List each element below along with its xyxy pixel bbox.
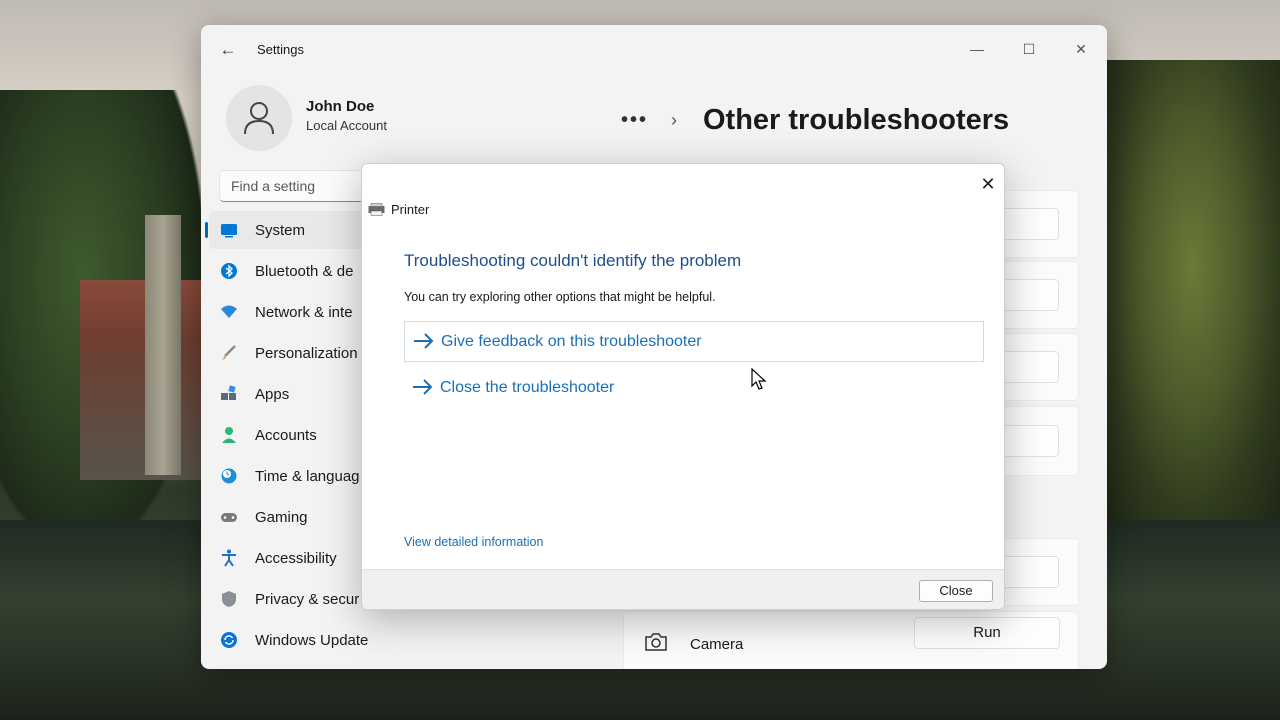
breadcrumb-more-button[interactable]: ••• <box>621 109 648 132</box>
gamepad-icon <box>221 513 237 522</box>
camera-troubleshooter-row: Camera Run <box>623 611 1079 669</box>
app-title: Settings <box>257 42 304 57</box>
wallpaper-house <box>80 280 205 480</box>
wifi-icon <box>221 305 237 318</box>
view-detailed-information-link[interactable]: View detailed information <box>404 535 543 549</box>
sidebar-item-personalization[interactable]: Personalization <box>209 334 369 372</box>
troubleshooter-dialog: ✕ Printer Troubleshooting couldn't ident… <box>361 163 1005 610</box>
dialog-heading: Troubleshooting couldn't identify the pr… <box>404 251 742 270</box>
dialog-app-title: Printer <box>391 202 430 217</box>
sidebar-item-network[interactable]: Network & inte <box>209 293 369 331</box>
give-feedback-link[interactable]: Give feedback on this troubleshooter <box>404 321 984 362</box>
wallpaper-willow-tree <box>1105 60 1280 520</box>
sidebar-item-privacy-security[interactable]: Privacy & secur <box>209 580 369 618</box>
apps-icon <box>221 385 236 400</box>
shield-icon <box>222 591 236 607</box>
close-troubleshooter-label: Close the troubleshooter <box>440 379 615 396</box>
sidebar-item-label: Accessibility <box>255 550 337 567</box>
brush-icon <box>222 345 236 360</box>
person-icon <box>244 102 274 135</box>
sidebar-item-label: Gaming <box>255 509 308 526</box>
arrow-right-icon <box>414 333 434 349</box>
sidebar-item-accessibility[interactable]: Accessibility <box>209 539 369 577</box>
sidebar-item-bluetooth[interactable]: Bluetooth & de <box>209 252 369 290</box>
sidebar-item-apps[interactable]: Apps <box>209 375 369 413</box>
dialog-description: You can try exploring other options that… <box>404 290 716 304</box>
monitor-icon <box>221 224 237 238</box>
sidebar-item-label: System <box>255 222 306 239</box>
sidebar-item-label: Network & inte <box>255 304 353 321</box>
close-troubleshooter-link[interactable]: Close the troubleshooter <box>404 368 984 409</box>
mouse-cursor-icon <box>751 368 767 390</box>
printer-icon <box>368 203 385 216</box>
accessibility-icon <box>222 549 236 567</box>
run-button[interactable]: Run <box>914 617 1060 649</box>
update-icon <box>221 632 237 648</box>
bluetooth-icon <box>221 263 237 279</box>
person-icon <box>222 427 236 443</box>
search-input[interactable]: Find a setting <box>219 170 369 202</box>
close-window-button[interactable]: ✕ <box>1058 33 1104 65</box>
sidebar-item-label: Bluetooth & de <box>255 263 354 280</box>
sidebar-item-gaming[interactable]: Gaming <box>209 498 369 536</box>
minimize-button[interactable]: — <box>954 33 1000 65</box>
arrow-right-icon <box>413 379 433 395</box>
close-button[interactable]: Close <box>919 580 993 602</box>
sidebar-item-label: Accounts <box>255 427 317 444</box>
sidebar-item-label: Windows Update <box>255 632 369 649</box>
maximize-button[interactable]: ☐ <box>1006 33 1052 65</box>
sidebar-item-accounts[interactable]: Accounts <box>209 416 369 454</box>
back-button[interactable]: ← <box>215 39 241 61</box>
dialog-close-icon[interactable]: ✕ <box>974 170 1002 198</box>
avatar[interactable] <box>226 85 292 151</box>
title-bar: ← Settings — ☐ ✕ <box>201 25 1107 73</box>
sidebar-item-system[interactable]: System <box>205 211 369 249</box>
sidebar-item-label: Time & languag <box>255 468 360 485</box>
give-feedback-label: Give feedback on this troubleshooter <box>441 333 702 350</box>
sidebar-item-label: Privacy & secur <box>255 591 360 608</box>
user-account-type: Local Account <box>306 118 387 133</box>
camera-icon <box>645 633 667 651</box>
page-title: Other troubleshooters <box>703 104 1010 136</box>
sidebar-item-time-language[interactable]: Time & languag <box>209 457 369 495</box>
wallpaper-tower <box>145 215 181 475</box>
sidebar-item-windows-update[interactable]: Windows Update <box>209 621 369 659</box>
sidebar-item-label: Personalization <box>255 345 358 362</box>
camera-label: Camera <box>690 636 744 653</box>
dialog-footer: Close <box>362 569 1004 609</box>
user-name: John Doe <box>306 98 375 115</box>
sidebar-item-label: Apps <box>255 386 290 403</box>
globe-clock-icon <box>221 468 237 484</box>
chevron-right-icon: › <box>671 110 677 130</box>
